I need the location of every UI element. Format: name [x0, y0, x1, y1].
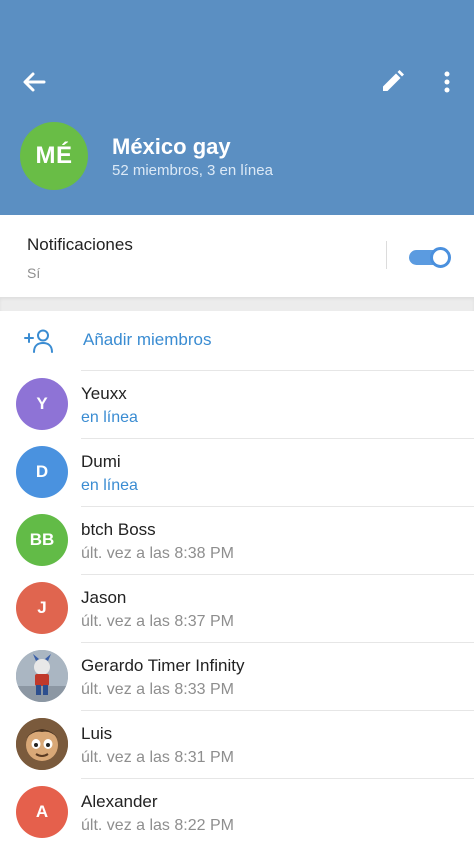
- add-user-icon: [24, 329, 53, 353]
- member-name: Dumi: [81, 452, 121, 471]
- member-status: en línea: [81, 477, 138, 494]
- row-divider: [81, 642, 474, 643]
- notifications-value: Sí: [27, 265, 41, 281]
- member-list-item[interactable]: D Dumi en línea: [0, 438, 474, 506]
- notifications-row[interactable]: Notificaciones Sí: [0, 215, 474, 297]
- member-avatar[interactable]: A: [16, 786, 68, 838]
- member-avatar-photo[interactable]: [16, 650, 68, 702]
- toggle-knob: [430, 247, 451, 268]
- pencil-icon[interactable]: [377, 67, 407, 97]
- member-avatar[interactable]: D: [16, 446, 68, 498]
- row-divider: [81, 778, 474, 779]
- member-list-item[interactable]: BB btch Boss últ. vez a las 8:38 PM: [0, 506, 474, 574]
- member-name: Gerardo Timer Infinity: [81, 656, 245, 675]
- member-status: últ. vez a las 8:37 PM: [81, 613, 234, 630]
- more-vertical-icon[interactable]: [432, 67, 462, 97]
- member-avatar[interactable]: J: [16, 582, 68, 634]
- member-list-item[interactable]: Y Yeuxx en línea: [0, 370, 474, 438]
- member-list-item[interactable]: A Alexander últ. vez a las 8:22 PM: [0, 778, 474, 843]
- notifications-title: Notificaciones: [27, 235, 133, 254]
- row-divider: [81, 506, 474, 507]
- member-avatar-initials: J: [37, 598, 47, 617]
- member-avatar[interactable]: Y: [16, 378, 68, 430]
- row-divider: [81, 370, 474, 371]
- group-header: MÉ México gay 52 miembros, 3 en línea: [0, 0, 474, 215]
- notifications-toggle[interactable]: [409, 247, 451, 268]
- member-status: últ. vez a las 8:33 PM: [81, 681, 234, 698]
- row-divider: [81, 710, 474, 711]
- member-avatar-photo[interactable]: [16, 718, 68, 770]
- member-avatar-initials: A: [35, 802, 49, 821]
- profile-photo-icon: [16, 650, 68, 702]
- member-avatar-initials: D: [35, 462, 49, 481]
- add-members-label: Añadir miembros: [83, 330, 212, 349]
- member-status: últ. vez a las 8:22 PM: [81, 817, 234, 834]
- member-status: últ. vez a las 8:31 PM: [81, 749, 234, 766]
- add-members-button[interactable]: Añadir miembros: [0, 311, 474, 370]
- vertical-divider: [386, 241, 387, 269]
- row-divider: [81, 438, 474, 439]
- section-separator: [0, 297, 474, 311]
- group-subtitle: 52 miembros, 3 en línea: [112, 162, 273, 179]
- member-avatar-initials: Y: [36, 394, 48, 413]
- member-name: Alexander: [81, 792, 158, 811]
- member-list: Y Yeuxx en línea D Dumi en línea BB btch Boss úl…: [0, 370, 474, 843]
- back-arrow-icon[interactable]: [18, 66, 50, 98]
- member-list-item[interactable]: Gerardo Timer Infinity últ. vez a las 8:3…: [0, 642, 474, 710]
- group-title: México gay: [112, 134, 231, 159]
- member-avatar-initials: BB: [29, 530, 55, 549]
- group-avatar-initials: MÉ: [35, 142, 73, 169]
- member-name: Yeuxx: [81, 384, 127, 403]
- member-status: últ. vez a las 8:38 PM: [81, 545, 234, 562]
- member-name: Luis: [81, 724, 113, 743]
- member-name: btch Boss: [81, 520, 156, 539]
- member-name: Jason: [81, 588, 127, 607]
- profile-photo-icon: [16, 718, 68, 770]
- group-avatar[interactable]: MÉ: [20, 122, 88, 190]
- member-avatar[interactable]: BB: [16, 514, 68, 566]
- member-status: en línea: [81, 409, 138, 426]
- row-divider: [81, 574, 474, 575]
- member-list-item[interactable]: Luis últ. vez a las 8:31 PM: [0, 710, 474, 778]
- member-list-item[interactable]: J Jason últ. vez a las 8:37 PM: [0, 574, 474, 642]
